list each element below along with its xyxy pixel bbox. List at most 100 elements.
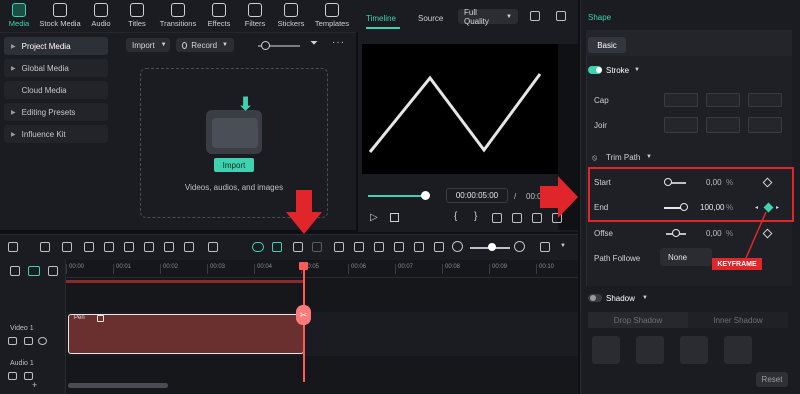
- tab-templates[interactable]: Templates: [312, 0, 352, 32]
- sidebar-item-cloud-media[interactable]: ▶Cloud Media: [4, 81, 108, 99]
- undo-icon[interactable]: [62, 242, 72, 252]
- render-icon[interactable]: [492, 213, 502, 223]
- audio-mixer-icon[interactable]: [394, 242, 404, 252]
- reset-button[interactable]: Reset: [756, 372, 788, 387]
- snap-icon[interactable]: [272, 242, 282, 252]
- scissors-icon[interactable]: ✂: [296, 305, 311, 325]
- tab-filters[interactable]: Filters: [240, 0, 270, 32]
- tab-timeline[interactable]: Timeline: [366, 14, 396, 23]
- track-settings-icon[interactable]: [48, 266, 58, 276]
- redo-icon[interactable]: [84, 242, 94, 252]
- image-icon[interactable]: [556, 11, 566, 21]
- playhead-head[interactable]: [299, 262, 308, 270]
- zoom-slider-handle[interactable]: [488, 243, 496, 251]
- play-icon[interactable]: ▷: [370, 212, 378, 223]
- camera-icon[interactable]: [512, 213, 522, 223]
- record-dropdown[interactable]: Record ▼: [176, 38, 234, 52]
- add-track-icon[interactable]: [28, 266, 40, 276]
- render-preview-icon[interactable]: [312, 242, 322, 252]
- offset-value[interactable]: 0,00: [706, 229, 722, 238]
- mic-icon[interactable]: [374, 242, 384, 252]
- time-ruler[interactable]: 00:00 00:01 00:02 00:03 00:04 00:05 00:06 00:07…: [66, 262, 578, 278]
- mark-out-icon[interactable]: }: [474, 211, 477, 222]
- end-value[interactable]: 100,00: [700, 203, 724, 212]
- import-dropdown[interactable]: Import ▼: [126, 38, 170, 52]
- zoom-in-icon[interactable]: [514, 241, 525, 252]
- chevron-down-icon[interactable]: ▼: [646, 154, 652, 160]
- folder-icon[interactable]: [8, 372, 17, 380]
- sidebar-item-influence-kit[interactable]: ▶ Influence Kit: [4, 125, 108, 143]
- more-tools-icon[interactable]: [208, 242, 218, 252]
- zoom-out-icon[interactable]: [452, 241, 463, 252]
- tab-audio[interactable]: Audio: [86, 0, 116, 32]
- cap-square-button[interactable]: [748, 93, 782, 107]
- tab-transitions[interactable]: Transitions: [158, 0, 198, 32]
- stop-icon[interactable]: [390, 213, 399, 222]
- start-value[interactable]: 0,00: [706, 178, 722, 187]
- tab-stickers[interactable]: Stickers: [276, 0, 306, 32]
- quality-select[interactable]: Full Quality ▼: [458, 8, 518, 26]
- folder-icon[interactable]: [8, 337, 17, 345]
- chevron-down-icon[interactable]: ▼: [642, 295, 648, 301]
- speed-ramp-icon[interactable]: [334, 242, 344, 252]
- cut-icon[interactable]: [124, 242, 134, 252]
- text-icon[interactable]: [144, 242, 154, 252]
- chevron-down-icon[interactable]: ▼: [634, 67, 640, 73]
- end-slider-handle[interactable]: [680, 203, 688, 211]
- voiceover-icon[interactable]: [414, 242, 424, 252]
- media-toolbar: Media Stock Media Audio Titles Transitio…: [0, 0, 358, 32]
- shadow-preset[interactable]: [680, 336, 708, 364]
- volume-icon[interactable]: [24, 372, 33, 380]
- screenshot-icon[interactable]: [530, 11, 540, 21]
- add-icon[interactable]: +: [32, 380, 37, 390]
- link-icon[interactable]: [10, 266, 20, 276]
- current-time[interactable]: 00:00:05:00: [446, 188, 508, 203]
- join-round-button[interactable]: [706, 117, 740, 133]
- tab-effects[interactable]: Effects: [204, 0, 234, 32]
- select-icon[interactable]: [40, 242, 50, 252]
- tab-inner-shadow[interactable]: Inner Shadow: [688, 312, 788, 328]
- shield-icon[interactable]: [354, 242, 364, 252]
- layout-icon[interactable]: [8, 242, 18, 252]
- tab-basic[interactable]: Basic: [588, 37, 626, 53]
- shadow-preset[interactable]: [724, 336, 752, 364]
- shadow-preset[interactable]: [636, 336, 664, 364]
- join-bevel-button[interactable]: [748, 117, 782, 133]
- tab-source[interactable]: Source: [418, 14, 443, 23]
- chevron-down-icon[interactable]: ▼: [560, 243, 566, 249]
- filter-icon[interactable]: ⏷: [310, 38, 318, 49]
- ai-icon[interactable]: [252, 242, 264, 252]
- join-miter-button[interactable]: [664, 117, 698, 133]
- sidebar-item-project-media[interactable]: ▶ Project Media: [4, 37, 108, 55]
- crop-icon[interactable]: [164, 242, 174, 252]
- sidebar-item-editing-presets[interactable]: ▶ Editing Presets: [4, 103, 108, 121]
- add-marker-icon[interactable]: [293, 242, 303, 252]
- delete-icon[interactable]: [104, 242, 114, 252]
- slider-handle[interactable]: [261, 41, 270, 50]
- horizontal-scrollbar[interactable]: [68, 383, 168, 388]
- tab-titles[interactable]: Titles: [122, 0, 152, 32]
- record-icon: [182, 41, 188, 49]
- grid-icon[interactable]: [540, 242, 550, 252]
- tab-stock-media[interactable]: Stock Media: [39, 0, 81, 32]
- volume-icon[interactable]: [24, 337, 33, 345]
- mark-in-icon[interactable]: {: [454, 211, 457, 222]
- pip-icon[interactable]: [434, 242, 444, 252]
- import-button[interactable]: Import: [214, 158, 254, 172]
- tab-drop-shadow[interactable]: Drop Shadow: [588, 312, 688, 328]
- eye-icon[interactable]: [38, 337, 47, 345]
- offset-slider-handle[interactable]: [672, 229, 680, 237]
- path-follow-select[interactable]: None: [660, 248, 712, 266]
- cap-butt-button[interactable]: [664, 93, 698, 107]
- start-slider-handle[interactable]: [664, 178, 672, 186]
- tab-media[interactable]: Media: [4, 0, 34, 32]
- template-icon: [325, 3, 339, 17]
- more-icon[interactable]: ···: [332, 37, 345, 48]
- cap-round-button[interactable]: [706, 93, 740, 107]
- next-keyframe-icon[interactable]: ▸: [776, 204, 779, 211]
- playback-progress[interactable]: [368, 195, 426, 197]
- shadow-preset[interactable]: [592, 336, 620, 364]
- sidebar-item-global-media[interactable]: ▶ Global Media: [4, 59, 108, 77]
- playhead-handle[interactable]: [421, 191, 430, 200]
- speed-icon[interactable]: [184, 242, 194, 252]
